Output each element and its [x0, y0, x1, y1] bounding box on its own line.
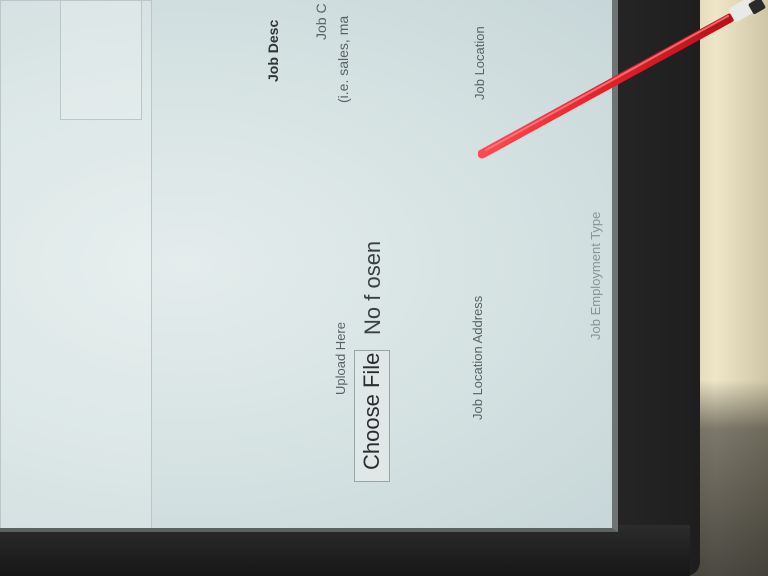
job-employment-type-label: Job Employment Type — [588, 211, 603, 340]
stylus-pen — [478, 0, 766, 159]
upload-label: Upload Here — [333, 322, 348, 395]
job-location-address-label: Job Location Address — [470, 295, 485, 420]
image-preview-box — [60, 0, 142, 120]
no-file-chosen-text: No f osen — [360, 240, 385, 335]
job-category-hint: (i.e. sales, ma — [335, 15, 351, 103]
monitor-bezel-bottom — [0, 525, 690, 576]
choose-file-button[interactable]: Choose File — [359, 353, 385, 470]
job-category-label: Job C — [313, 3, 329, 40]
desk-shadow — [690, 380, 768, 576]
job-description-label: Job Desc — [265, 19, 281, 82]
